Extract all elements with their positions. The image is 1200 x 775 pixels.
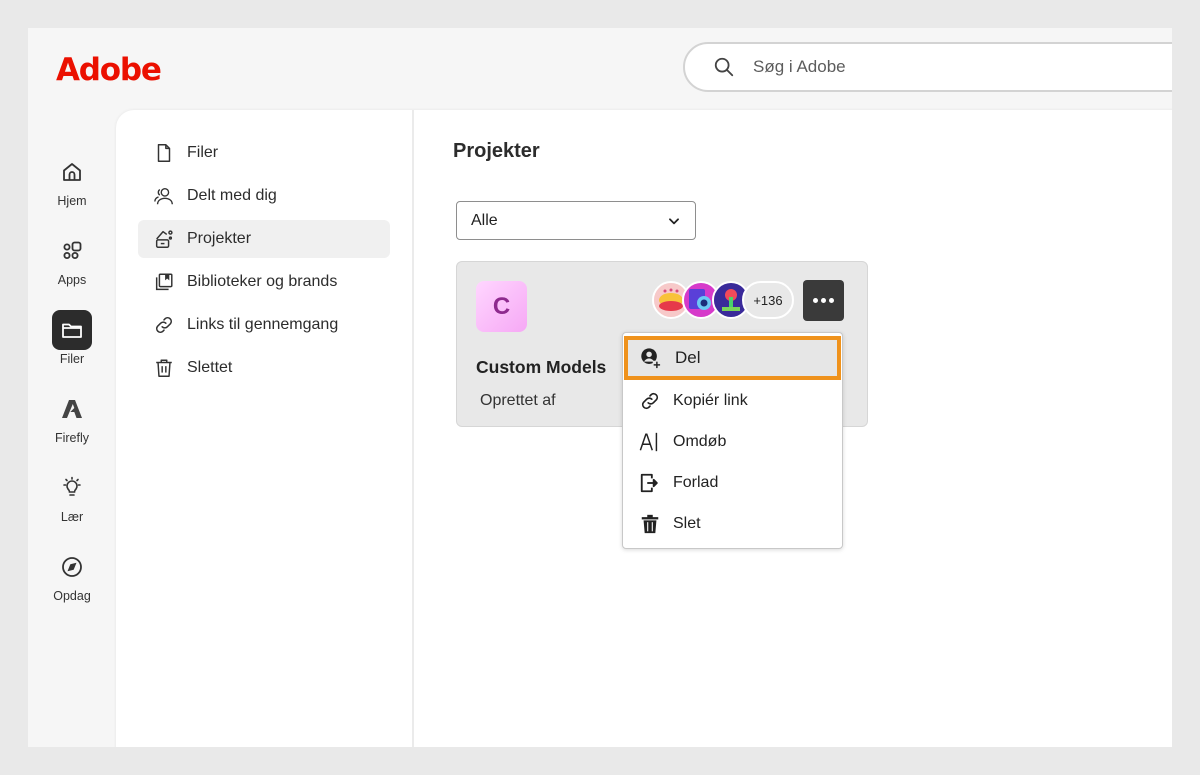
link-icon — [156, 317, 172, 333]
subnav-label: Filer — [187, 144, 219, 161]
rail-item-learn[interactable]: Lær — [28, 464, 116, 543]
collaborator-avatars[interactable]: +136 — [652, 281, 794, 319]
home-icon — [52, 152, 92, 192]
avatar-overflow-count: +136 — [742, 281, 794, 319]
subnav-label: Projekter — [187, 230, 252, 247]
projects-icon — [155, 230, 173, 248]
menu-label: Forlad — [673, 473, 719, 491]
more-actions-button[interactable] — [803, 280, 844, 321]
projects-content: Projekter Alle C +136 Custom Models Opre… — [416, 110, 1172, 747]
leave-icon — [640, 473, 658, 492]
subnav-label: Biblioteker og brands — [187, 273, 338, 290]
trash-icon — [156, 359, 172, 377]
people-icon — [154, 187, 173, 205]
project-title: Custom Models — [476, 357, 607, 377]
trash-icon — [641, 514, 659, 533]
compass-icon — [52, 547, 92, 587]
adobe-logo[interactable]: Adobe — [56, 52, 162, 88]
main-panel: Filer Delt med dig Projekter Biblioteker… — [116, 110, 1172, 747]
project-context-menu: Del Kopiér link Omdøb Forlad Slet — [622, 332, 843, 549]
rail-label: Firefly — [54, 431, 90, 445]
rail-label: Opdag — [53, 589, 91, 603]
rail-item-firefly[interactable]: Firefly — [28, 385, 116, 464]
filter-selected: Alle — [471, 211, 498, 229]
link-icon — [641, 392, 659, 409]
menu-item-share[interactable]: Del — [624, 336, 841, 380]
rename-icon — [639, 432, 658, 451]
subnav-item-files[interactable]: Filer — [138, 134, 390, 172]
rail-label: Apps — [57, 273, 87, 287]
subnav-label: Delt med dig — [187, 187, 277, 204]
menu-label: Del — [675, 348, 701, 367]
subnav-item-review-links[interactable]: Links til gennemgang — [138, 306, 390, 344]
subnav-item-libraries[interactable]: Biblioteker og brands — [138, 263, 390, 301]
lightbulb-icon — [52, 468, 92, 508]
rail-label: Hjem — [57, 194, 87, 208]
subnav-label: Links til gennemgang — [187, 316, 339, 333]
more-dots-icon — [813, 298, 818, 303]
rail-item-discover[interactable]: Opdag — [28, 543, 116, 622]
search-input[interactable] — [753, 57, 1133, 77]
menu-label: Slet — [673, 514, 701, 532]
menu-label: Omdøb — [673, 432, 727, 450]
subnav-item-deleted[interactable]: Slettet — [138, 349, 390, 387]
page-title: Projekter — [453, 140, 540, 162]
rail-item-apps[interactable]: Apps — [28, 227, 116, 306]
search-icon — [714, 57, 734, 77]
search-bar[interactable] — [683, 42, 1172, 92]
rail-label: Lær — [60, 510, 84, 524]
menu-item-leave[interactable]: Forlad — [623, 462, 842, 503]
left-rail: Hjem Apps Filer Firefly Lær Opdag — [28, 148, 116, 622]
subnav-item-projects[interactable]: Projekter — [138, 220, 390, 258]
subnav-item-shared[interactable]: Delt med dig — [138, 177, 390, 215]
firefly-icon — [52, 389, 92, 429]
rail-item-files[interactable]: Filer — [28, 306, 116, 385]
libraries-icon — [155, 273, 173, 291]
project-owner: Oprettet af — [480, 392, 556, 409]
menu-label: Kopiér link — [673, 391, 748, 409]
files-subnav: Filer Delt med dig Projekter Biblioteker… — [116, 110, 414, 747]
rail-item-home[interactable]: Hjem — [28, 148, 116, 227]
share-user-icon — [641, 348, 661, 369]
subnav-label: Slettet — [187, 359, 233, 376]
file-icon — [157, 144, 171, 162]
menu-item-rename[interactable]: Omdøb — [623, 421, 842, 462]
menu-item-delete[interactable]: Slet — [623, 503, 842, 544]
rail-label: Filer — [59, 352, 85, 366]
app-window: Adobe Hjem Apps — [28, 28, 1172, 747]
apps-icon — [52, 231, 92, 271]
project-thumbnail: C — [476, 281, 527, 332]
folder-icon — [52, 310, 92, 350]
chevron-down-icon — [669, 217, 679, 224]
filter-dropdown[interactable]: Alle — [456, 201, 696, 240]
menu-item-copy-link[interactable]: Kopiér link — [623, 380, 842, 421]
